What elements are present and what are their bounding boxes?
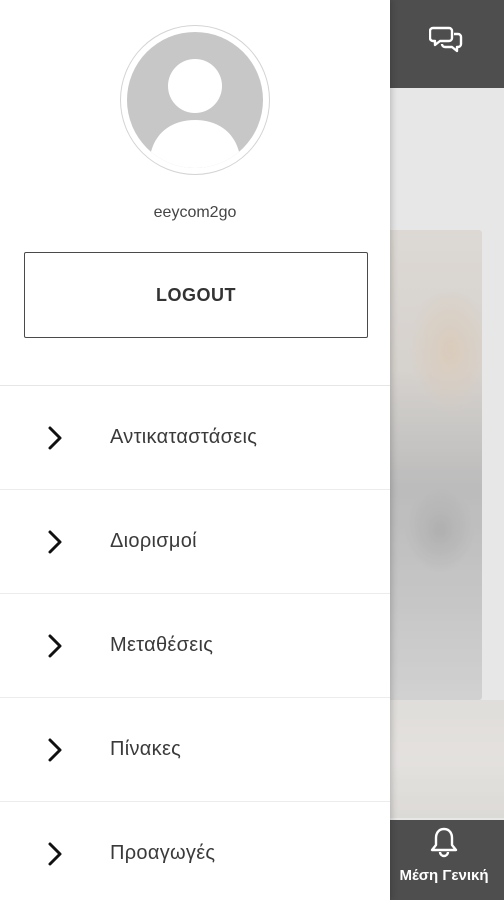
chevron-right-icon [44,529,66,555]
app-screen: Μέση Γενική eeycom2go LOGOUT Αντικαταστά… [0,0,504,900]
chevron-right-icon [44,737,66,763]
chevron-right-icon [44,425,66,451]
chevron-right-icon [44,633,66,659]
avatar[interactable] [120,25,270,175]
menu-item-pinakes[interactable]: Πίνακες [0,698,390,802]
menu-item-label: Διορισμοί [110,530,197,552]
logout-button[interactable]: LOGOUT [24,252,368,338]
menu-item-label: Πίνακες [110,738,182,760]
navigation-drawer: eeycom2go LOGOUT Αντικαταστάσεις Διορισμ… [0,0,390,900]
menu-item-diorismoi[interactable]: Διορισμοί [0,490,390,594]
menu-item-label: Μεταθέσεις [110,634,214,656]
menu-item-antikatastaseis[interactable]: Αντικαταστάσεις [0,386,390,490]
drawer-menu: Αντικαταστάσεις Διορισμοί Μεταθέσεις Πίν… [0,385,390,900]
menu-item-metatheseis[interactable]: Μεταθέσεις [0,594,390,698]
menu-item-label: Προαγωγές [110,842,216,864]
menu-item-label: Αντικαταστάσεις [110,426,258,448]
menu-item-proagoges[interactable]: Προαγωγές [0,802,390,900]
avatar-placeholder-icon [127,32,263,168]
username: eeycom2go [153,204,237,221]
chevron-right-icon [44,841,66,867]
